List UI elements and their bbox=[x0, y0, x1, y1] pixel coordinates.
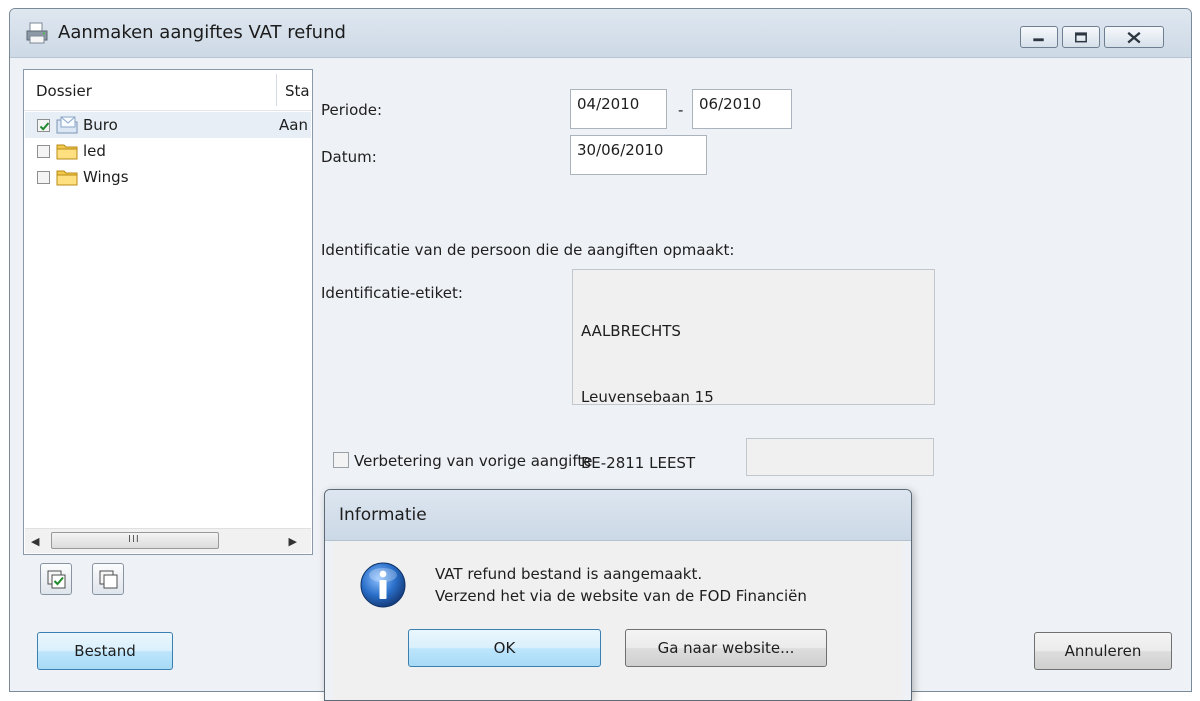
close-button[interactable] bbox=[1104, 26, 1164, 48]
list-item-led[interactable]: led bbox=[25, 138, 311, 164]
window-title: Aanmaken aangiftes VAT refund bbox=[58, 22, 346, 43]
verbetering-input[interactable] bbox=[746, 438, 934, 476]
list-item-status: Aan bbox=[279, 116, 308, 134]
list-item-label: Wings bbox=[83, 168, 129, 186]
identificatie-etiket-label: Identificatie-etiket: bbox=[321, 284, 463, 302]
periode-to-input[interactable]: 06/2010 bbox=[692, 89, 792, 129]
list-item-buro[interactable]: Buro Aan bbox=[25, 112, 311, 138]
dialog-body: VAT refund bestand is aangemaakt. Verzen… bbox=[333, 541, 903, 700]
uncheck-all-icon bbox=[99, 570, 118, 589]
minimize-button[interactable] bbox=[1020, 26, 1058, 48]
scrollbar-thumb[interactable]: III bbox=[51, 532, 219, 549]
checkbox-led[interactable] bbox=[37, 145, 50, 158]
list-item-label: led bbox=[83, 142, 106, 160]
column-header-dossier[interactable]: Dossier bbox=[36, 82, 92, 100]
bestand-button[interactable]: Bestand bbox=[37, 632, 173, 670]
datum-label: Datum: bbox=[321, 148, 377, 166]
column-separator[interactable] bbox=[276, 74, 277, 106]
minimize-icon bbox=[1033, 38, 1044, 42]
check-all-icon bbox=[47, 570, 66, 589]
dialog-message-line: VAT refund bestand is aangemaakt. bbox=[435, 565, 703, 583]
dialog-message-line: Verzend het via de website van de FOD Fi… bbox=[435, 587, 807, 605]
info-icon bbox=[360, 562, 406, 608]
information-dialog: Informatie VAT refund bestand is aangema… bbox=[324, 489, 912, 701]
folder-icon bbox=[56, 170, 78, 186]
list-header: Dossier Sta bbox=[24, 70, 312, 111]
dossier-list[interactable]: Dossier Sta Buro Aan led Wings ◀ III ▶ bbox=[23, 69, 313, 555]
dialog-message: VAT refund bestand is aangemaakt. Verzen… bbox=[435, 563, 807, 607]
select-all-button[interactable] bbox=[40, 563, 72, 595]
horizontal-scrollbar[interactable]: ◀ III ▶ bbox=[25, 528, 311, 553]
dialog-title: Informatie bbox=[339, 505, 427, 525]
scroll-right-arrow-icon[interactable]: ▶ bbox=[289, 535, 297, 548]
checkbox-buro[interactable] bbox=[37, 119, 50, 132]
scroll-left-arrow-icon[interactable]: ◀ bbox=[31, 535, 39, 548]
dialog-title-bar[interactable]: Informatie bbox=[325, 490, 911, 541]
scrollbar-grip: III bbox=[128, 534, 140, 545]
deselect-all-button[interactable] bbox=[92, 563, 124, 595]
list-item-label: Buro bbox=[83, 116, 118, 134]
verbetering-label: Verbetering van vorige aangifte bbox=[354, 452, 593, 470]
close-icon bbox=[1127, 31, 1141, 44]
ok-button[interactable]: OK bbox=[408, 629, 601, 667]
go-to-website-button[interactable]: Ga naar website... bbox=[625, 629, 827, 667]
etiket-line: AALBRECHTS bbox=[581, 322, 681, 340]
etiket-line: Leuvensebaan 15 bbox=[581, 388, 714, 406]
folder-icon bbox=[56, 144, 78, 160]
title-bar[interactable]: Aanmaken aangiftes VAT refund bbox=[10, 9, 1191, 58]
identificatie-heading: Identificatie van de persoon die de aang… bbox=[321, 241, 735, 259]
periode-separator: - bbox=[678, 101, 684, 119]
envelope-folder-icon bbox=[56, 116, 78, 134]
maximize-button[interactable] bbox=[1062, 26, 1100, 48]
periode-label: Periode: bbox=[321, 101, 383, 119]
list-item-wings[interactable]: Wings bbox=[25, 164, 311, 190]
printer-icon bbox=[26, 22, 48, 44]
identificatie-etiket-field: AALBRECHTS Leuvensebaan 15 BE-2811 LEEST bbox=[572, 269, 935, 472]
column-header-status[interactable]: Sta bbox=[285, 82, 310, 100]
checkbox-wings[interactable] bbox=[37, 171, 50, 184]
annuleren-button[interactable]: Annuleren bbox=[1034, 632, 1172, 670]
checkmark-icon bbox=[39, 122, 50, 131]
verbetering-checkbox[interactable] bbox=[333, 452, 349, 468]
restore-icon bbox=[1075, 32, 1087, 43]
periode-from-input[interactable]: 04/2010 bbox=[570, 89, 667, 129]
datum-input[interactable]: 30/06/2010 bbox=[570, 135, 707, 175]
